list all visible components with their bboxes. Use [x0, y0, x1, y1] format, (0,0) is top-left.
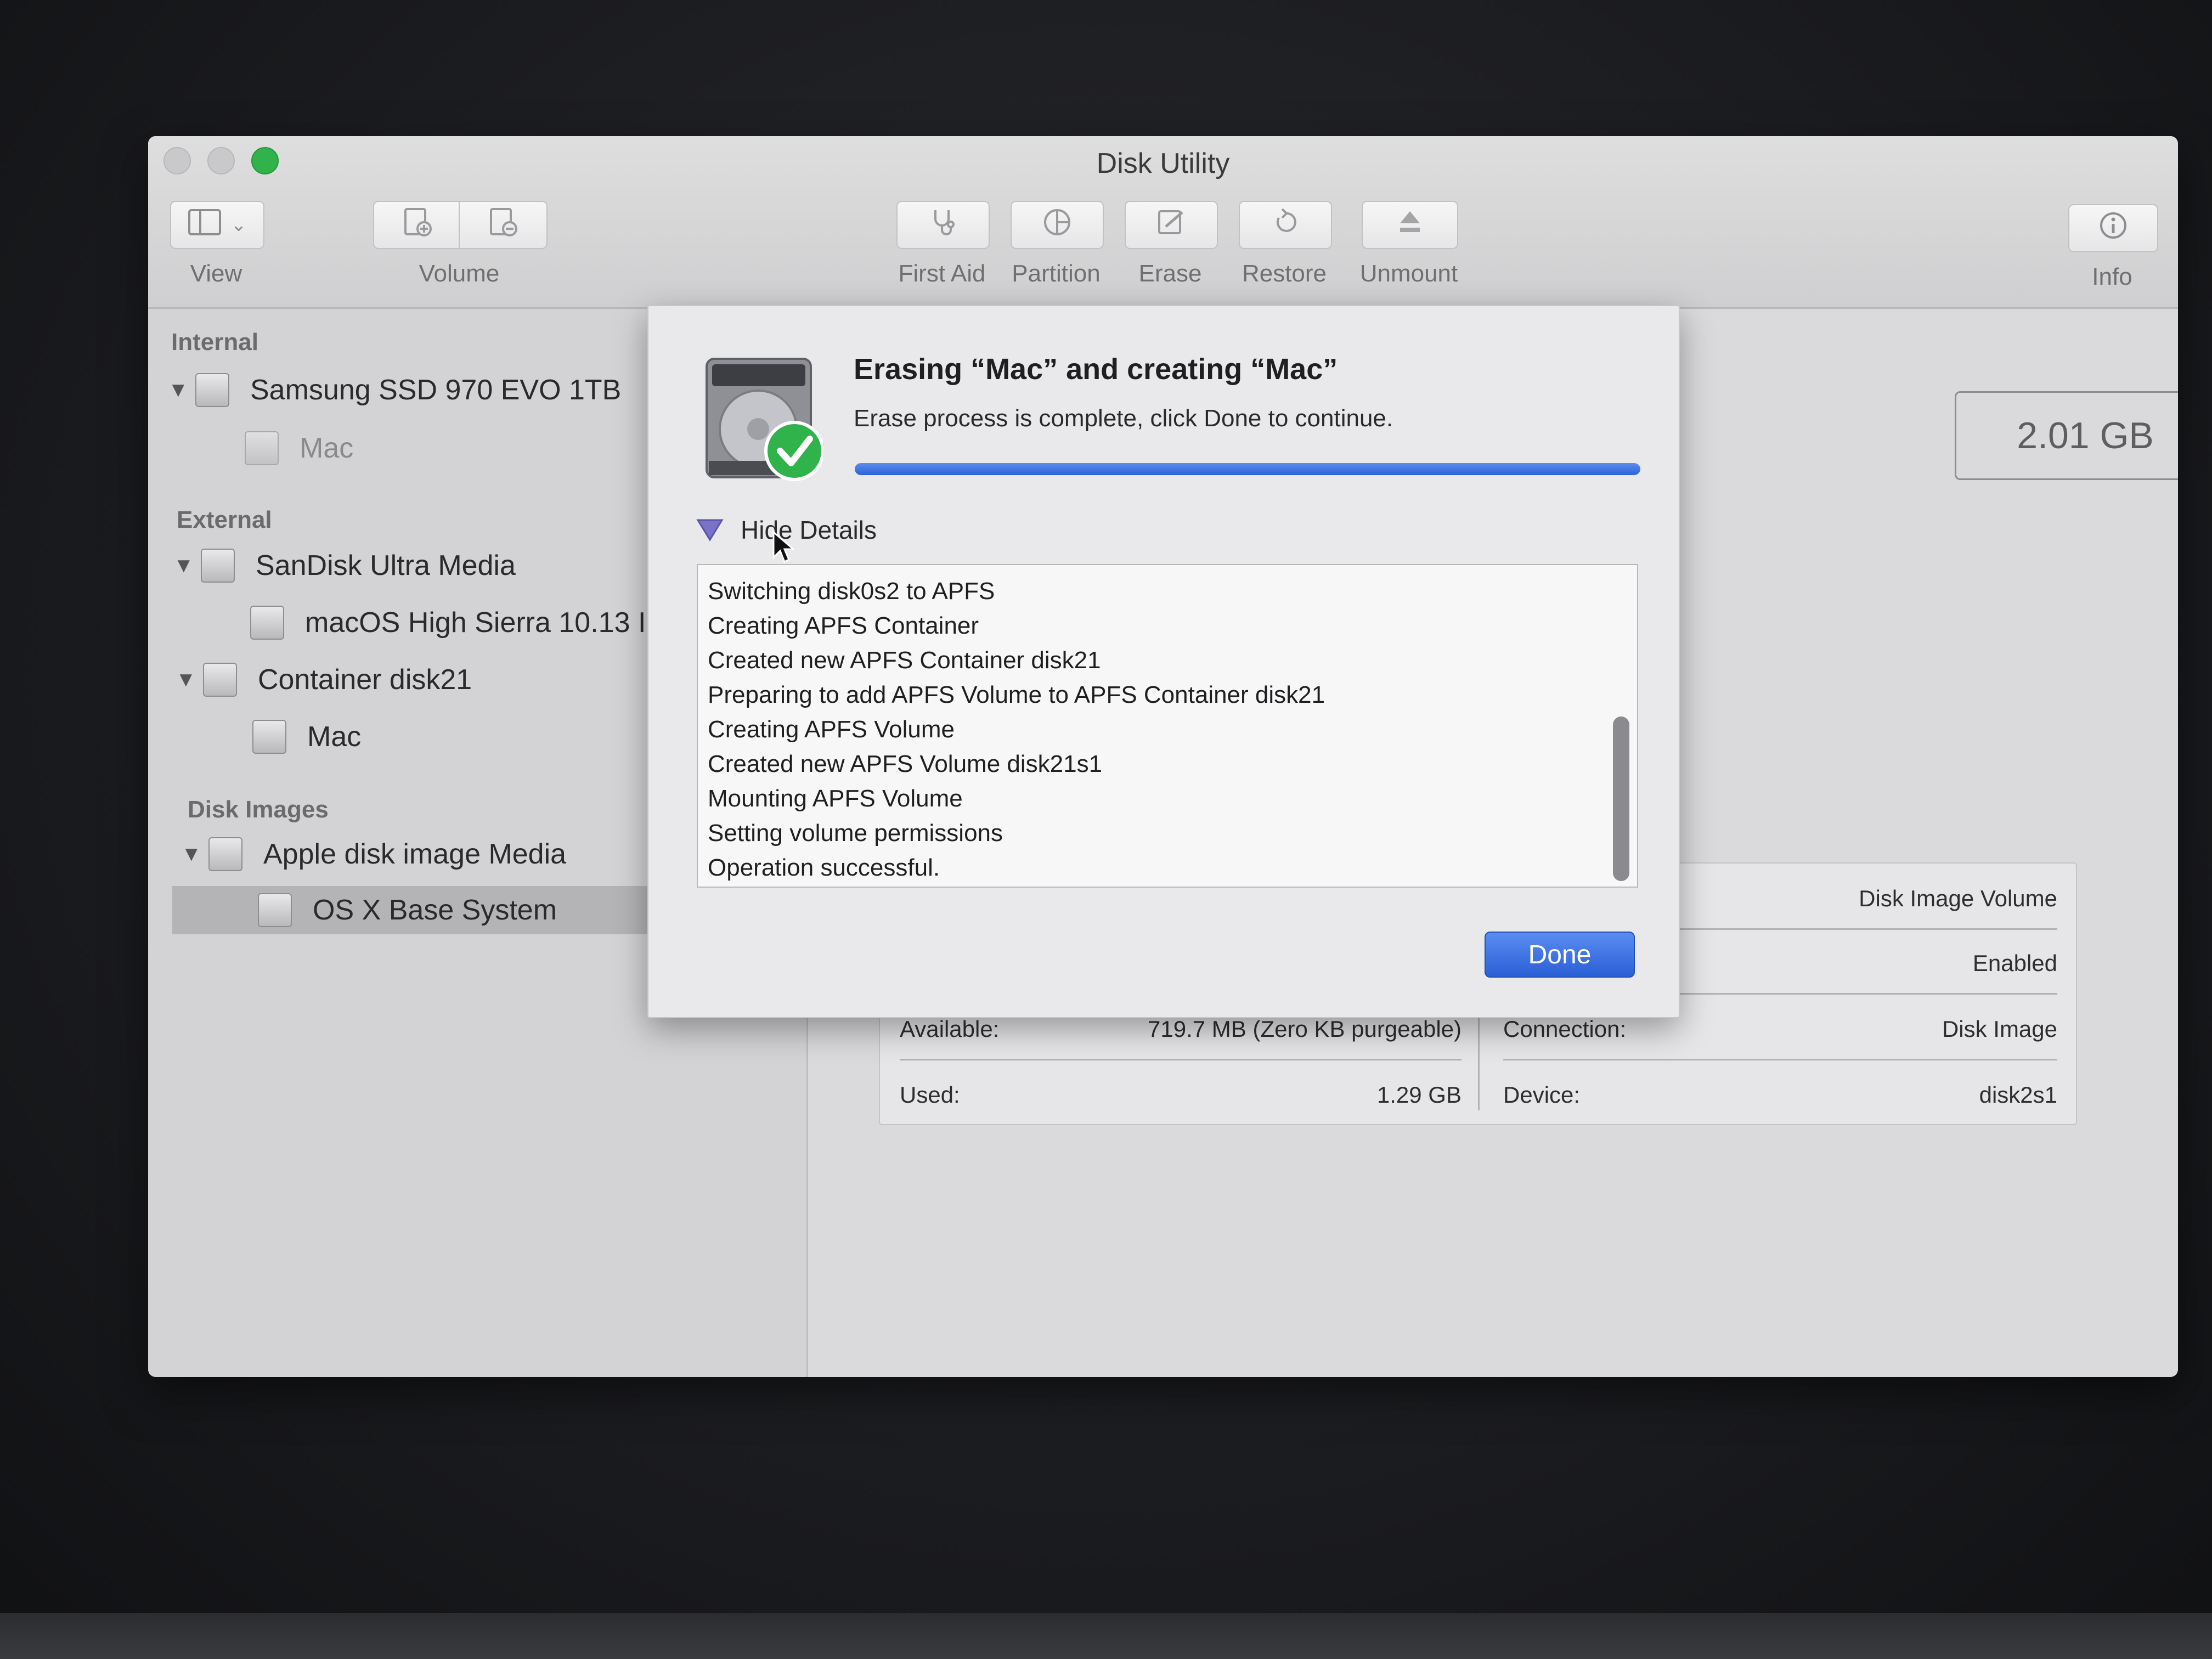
volume-icon: [258, 893, 292, 927]
used-value: 1.29 GB: [1376, 1082, 1462, 1108]
erase-progress-bar: [855, 463, 1640, 475]
volume-label: Volume: [419, 260, 500, 287]
volume-icon: [245, 431, 279, 465]
sidebar-item-label: OS X Base System: [313, 894, 557, 926]
internal-disk-icon: [195, 373, 229, 407]
sidebar-section-external: External: [177, 506, 272, 533]
container-disk-icon: [203, 663, 237, 697]
disk-image-icon: [208, 837, 242, 871]
chevron-down-icon: ⌄: [230, 215, 247, 235]
external-disk-icon: [201, 549, 235, 583]
connection-label: Connection:: [1503, 1016, 1627, 1042]
disclosure-triangle-icon[interactable]: ▼: [168, 379, 195, 402]
sidebar-item-container-disk21[interactable]: ▼ Container disk21: [176, 656, 472, 704]
restore-label: Restore: [1242, 260, 1327, 287]
sidebar-item-sandisk[interactable]: ▼ SanDisk Ultra Media: [173, 541, 516, 590]
log-line: Operation successful.: [708, 854, 940, 881]
partition-button[interactable]: [1011, 201, 1104, 249]
sidebar-section-internal: Internal: [171, 329, 258, 356]
sidebar-item-samsung-ssd[interactable]: ▼ Samsung SSD 970 EVO 1TB: [168, 366, 621, 414]
log-line: Creating APFS Container: [708, 612, 979, 639]
owners-value: Enabled: [1972, 950, 2057, 976]
used-label: Used:: [900, 1082, 960, 1108]
stethoscope-icon: [927, 206, 960, 245]
add-volume-icon: [401, 206, 434, 245]
erase-icon: [1155, 206, 1188, 245]
hide-details-label: Hide Details: [741, 516, 877, 544]
sidebar-item-label: Container disk21: [258, 664, 472, 696]
info-label: Info: [2092, 263, 2132, 290]
capacity-box: 2.01 GB: [1955, 391, 2178, 480]
info-icon: [2097, 209, 2130, 248]
erase-button[interactable]: [1125, 201, 1218, 249]
erase-dialog: Erasing “Mac” and creating “Mac” Erase p…: [647, 305, 1680, 1018]
log-line: Preparing to add APFS Volume to APFS Con…: [708, 681, 1325, 708]
sidebar-toggle-icon: [188, 208, 223, 242]
done-button[interactable]: Done: [1485, 932, 1635, 978]
sidebar-section-disk-images: Disk Images: [188, 796, 329, 823]
volume-icon: [250, 606, 284, 640]
device-label: Device:: [1503, 1082, 1581, 1108]
sidebar-item-apple-disk-image[interactable]: ▼ Apple disk image Media: [181, 830, 566, 878]
erase-label: Erase: [1138, 260, 1202, 287]
sidebar-item-macos-high-sierra[interactable]: macOS High Sierra 10.13 I: [250, 599, 646, 647]
disclosure-triangle-icon: [695, 515, 725, 545]
disclosure-triangle-icon[interactable]: ▼: [176, 668, 203, 692]
log-scrollbar[interactable]: [1613, 716, 1629, 881]
connection-value: Disk Image: [1942, 1016, 2057, 1042]
details-log[interactable]: Switching disk0s2 to APFS Creating APFS …: [697, 564, 1638, 888]
divider: [1503, 1059, 2057, 1060]
progress-fill: [855, 463, 1640, 475]
sidebar-item-mac-internal[interactable]: Mac: [245, 424, 353, 472]
remove-volume-button[interactable]: [459, 201, 548, 249]
window-title: Disk Utility: [1096, 148, 1230, 179]
sidebar-item-mac-external[interactable]: Mac: [252, 713, 361, 761]
restore-icon: [1269, 206, 1302, 245]
add-volume-button[interactable]: [373, 201, 462, 249]
log-line: Creating APFS Volume: [708, 716, 955, 743]
sidebar-item-label: Mac: [307, 721, 362, 753]
dialog-title: Erasing “Mac” and creating “Mac”: [854, 353, 1338, 386]
restore-button[interactable]: [1239, 201, 1332, 249]
type-value: Disk Image Volume: [1859, 885, 2057, 911]
available-value: 719.7 MB (Zero KB purgeable): [1148, 1016, 1462, 1042]
title-bar: Disk Utility ⌄ View Volume First Aid Par…: [148, 136, 2178, 309]
unmount-label: Unmount: [1359, 260, 1458, 287]
sidebar-item-label: Samsung SSD 970 EVO 1TB: [250, 374, 622, 406]
partition-label: Partition: [1012, 260, 1101, 287]
volume-icon: [252, 720, 286, 754]
log-line: Created new APFS Container disk21: [708, 647, 1101, 674]
laptop-bezel: [0, 1613, 2212, 1659]
sidebar-item-label: macOS High Sierra 10.13 I: [305, 607, 646, 639]
view-button[interactable]: ⌄: [170, 201, 264, 249]
log-line: Created new APFS Volume disk21s1: [708, 751, 1103, 777]
sidebar-item-label: SanDisk Ultra Media: [256, 550, 516, 582]
screen-background: Disk Utility ⌄ View Volume First Aid Par…: [0, 0, 2212, 1659]
disclosure-triangle-icon[interactable]: ▼: [181, 843, 208, 866]
log-list: Switching disk0s2 to APFS Creating APFS …: [708, 574, 1325, 885]
sidebar-item-label: Apple disk image Media: [263, 838, 567, 870]
disclosure-triangle-icon[interactable]: ▼: [173, 554, 201, 578]
view-label: View: [190, 260, 242, 287]
partition-icon: [1041, 206, 1074, 245]
info-button[interactable]: [2068, 204, 2158, 252]
log-line: Mounting APFS Volume: [708, 785, 963, 812]
unmount-button[interactable]: [1362, 201, 1458, 249]
log-line: Switching disk0s2 to APFS: [708, 578, 995, 605]
eject-icon: [1393, 206, 1426, 245]
sidebar-item-label: Mac: [300, 432, 354, 464]
first-aid-button[interactable]: [896, 201, 990, 249]
remove-volume-icon: [487, 206, 520, 245]
device-value: disk2s1: [1979, 1082, 2057, 1108]
hard-disk-success-icon: [703, 353, 825, 484]
available-label: Available:: [900, 1016, 1000, 1042]
first-aid-label: First Aid: [898, 260, 986, 287]
dialog-message: Erase process is complete, click Done to…: [854, 405, 1393, 432]
log-line: Setting volume permissions: [708, 820, 1003, 847]
divider: [900, 1059, 1462, 1060]
